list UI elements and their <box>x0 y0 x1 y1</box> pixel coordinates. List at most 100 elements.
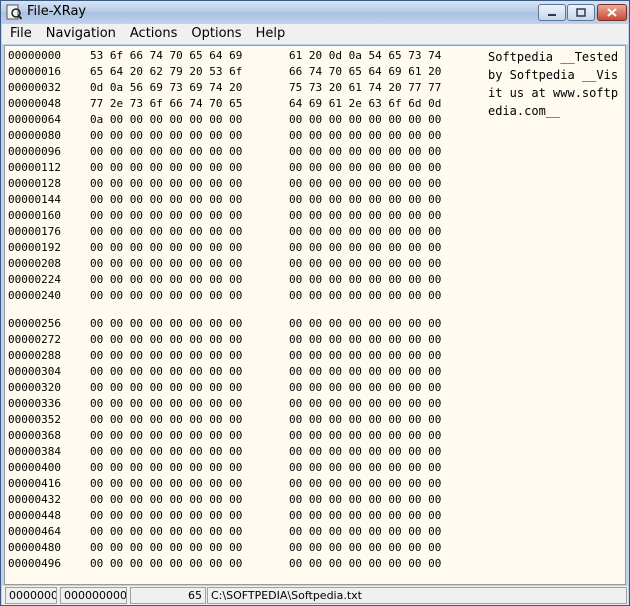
ascii-panel[interactable]: Softpedia __Tested by Softpedia __Visit … <box>488 48 622 120</box>
hex-bytes-low[interactable]: 00 00 00 00 00 00 00 00 <box>90 348 289 364</box>
hex-row[interactable]: 00000480 00 00 00 00 00 00 00 00 00 00 00 … <box>8 540 441 556</box>
hex-bytes-low[interactable]: 77 2e 73 6f 66 74 70 65 <box>90 96 289 112</box>
hex-bytes-low[interactable]: 00 00 00 00 00 00 00 00 <box>90 380 289 396</box>
hex-bytes-high[interactable]: 00 00 00 00 00 00 00 00 <box>289 476 441 492</box>
hex-row[interactable]: 00000096 00 00 00 00 00 00 00 00 00 00 00 … <box>8 144 441 160</box>
menu-navigation[interactable]: Navigation <box>38 24 122 44</box>
hex-bytes-low[interactable]: 00 00 00 00 00 00 00 00 <box>90 288 289 304</box>
hex-row[interactable]: 00000304 00 00 00 00 00 00 00 00 00 00 00 … <box>8 364 441 380</box>
hex-bytes-high[interactable]: 00 00 00 00 00 00 00 00 <box>289 256 441 272</box>
hex-bytes-high[interactable]: 00 00 00 00 00 00 00 00 <box>289 160 441 176</box>
hex-row[interactable]: 00000416 00 00 00 00 00 00 00 00 00 00 00 … <box>8 476 441 492</box>
hex-bytes-high[interactable]: 00 00 00 00 00 00 00 00 <box>289 556 441 572</box>
hex-bytes-high[interactable]: 00 00 00 00 00 00 00 00 <box>289 444 441 460</box>
title-bar[interactable]: File-XRay <box>1 1 629 23</box>
hex-bytes-low[interactable]: 00 00 00 00 00 00 00 00 <box>90 208 289 224</box>
hex-row[interactable]: 00000160 00 00 00 00 00 00 00 00 00 00 00 … <box>8 208 441 224</box>
hex-bytes-low[interactable]: 00 00 00 00 00 00 00 00 <box>90 160 289 176</box>
hex-row[interactable]: 00000368 00 00 00 00 00 00 00 00 00 00 00 … <box>8 428 441 444</box>
hex-bytes-low[interactable]: 00 00 00 00 00 00 00 00 <box>90 556 289 572</box>
hex-row[interactable]: 00000288 00 00 00 00 00 00 00 00 00 00 00 … <box>8 348 441 364</box>
hex-row[interactable]: 00000208 00 00 00 00 00 00 00 00 00 00 00 … <box>8 256 441 272</box>
hex-row[interactable]: 00000256 00 00 00 00 00 00 00 00 00 00 00 … <box>8 316 441 332</box>
hex-bytes-low[interactable]: 00 00 00 00 00 00 00 00 <box>90 240 289 256</box>
hex-row[interactable]: 00000432 00 00 00 00 00 00 00 00 00 00 00 … <box>8 492 441 508</box>
hex-bytes-low[interactable]: 00 00 00 00 00 00 00 00 <box>90 508 289 524</box>
hex-row[interactable]: 00000272 00 00 00 00 00 00 00 00 00 00 00 … <box>8 332 441 348</box>
hex-bytes-high[interactable]: 75 73 20 61 74 20 77 77 <box>289 80 441 96</box>
hex-bytes-high[interactable]: 00 00 00 00 00 00 00 00 <box>289 492 441 508</box>
hex-row[interactable]: 00000080 00 00 00 00 00 00 00 00 00 00 00 … <box>8 128 441 144</box>
hex-row[interactable]: 00000016 65 64 20 62 79 20 53 6f 66 74 70 … <box>8 64 441 80</box>
hex-row[interactable]: 00000400 00 00 00 00 00 00 00 00 00 00 00 … <box>8 460 441 476</box>
hex-bytes-low[interactable]: 65 64 20 62 79 20 53 6f <box>90 64 289 80</box>
hex-bytes-low[interactable]: 00 00 00 00 00 00 00 00 <box>90 364 289 380</box>
hex-bytes-low[interactable]: 00 00 00 00 00 00 00 00 <box>90 460 289 476</box>
hex-bytes-high[interactable]: 64 69 61 2e 63 6f 6d 0d <box>289 96 441 112</box>
hex-bytes-low[interactable]: 53 6f 66 74 70 65 64 69 <box>90 48 289 64</box>
hex-row[interactable]: 00000384 00 00 00 00 00 00 00 00 00 00 00 … <box>8 444 441 460</box>
hex-bytes-high[interactable]: 00 00 00 00 00 00 00 00 <box>289 176 441 192</box>
hex-bytes-low[interactable]: 00 00 00 00 00 00 00 00 <box>90 540 289 556</box>
hex-bytes-low[interactable]: 0d 0a 56 69 73 69 74 20 <box>90 80 289 96</box>
hex-bytes-high[interactable]: 00 00 00 00 00 00 00 00 <box>289 272 441 288</box>
hex-bytes-high[interactable]: 00 00 00 00 00 00 00 00 <box>289 144 441 160</box>
hex-bytes-low[interactable]: 00 00 00 00 00 00 00 00 <box>90 444 289 460</box>
hex-row[interactable]: 00000144 00 00 00 00 00 00 00 00 00 00 00 … <box>8 192 441 208</box>
maximize-button[interactable] <box>567 4 595 21</box>
hex-bytes-high[interactable]: 00 00 00 00 00 00 00 00 <box>289 208 441 224</box>
hex-bytes-high[interactable]: 00 00 00 00 00 00 00 00 <box>289 224 441 240</box>
hex-bytes-high[interactable]: 00 00 00 00 00 00 00 00 <box>289 540 441 556</box>
hex-bytes-high[interactable]: 00 00 00 00 00 00 00 00 <box>289 128 441 144</box>
hex-row[interactable]: 00000000 53 6f 66 74 70 65 64 69 61 20 0d … <box>8 48 441 64</box>
hex-row[interactable]: 00000320 00 00 00 00 00 00 00 00 00 00 00 … <box>8 380 441 396</box>
hex-row[interactable]: 00000352 00 00 00 00 00 00 00 00 00 00 00 … <box>8 412 441 428</box>
hex-bytes-high[interactable]: 00 00 00 00 00 00 00 00 <box>289 380 441 396</box>
hex-bytes-high[interactable]: 00 00 00 00 00 00 00 00 <box>289 332 441 348</box>
hex-row[interactable]: 00000128 00 00 00 00 00 00 00 00 00 00 00 … <box>8 176 441 192</box>
hex-row[interactable]: 00000448 00 00 00 00 00 00 00 00 00 00 00 … <box>8 508 441 524</box>
hex-row[interactable]: 00000336 00 00 00 00 00 00 00 00 00 00 00 … <box>8 396 441 412</box>
hex-bytes-high[interactable]: 00 00 00 00 00 00 00 00 <box>289 112 441 128</box>
hex-bytes-low[interactable]: 00 00 00 00 00 00 00 00 <box>90 396 289 412</box>
hex-bytes-low[interactable]: 00 00 00 00 00 00 00 00 <box>90 428 289 444</box>
hex-bytes-low[interactable]: 00 00 00 00 00 00 00 00 <box>90 224 289 240</box>
hex-bytes-low[interactable]: 00 00 00 00 00 00 00 00 <box>90 176 289 192</box>
hex-row[interactable]: 00000240 00 00 00 00 00 00 00 00 00 00 00 … <box>8 288 441 304</box>
hex-bytes-low[interactable]: 00 00 00 00 00 00 00 00 <box>90 332 289 348</box>
hex-row[interactable]: 00000192 00 00 00 00 00 00 00 00 00 00 00 … <box>8 240 441 256</box>
hex-bytes-high[interactable]: 00 00 00 00 00 00 00 00 <box>289 316 441 332</box>
hex-bytes-low[interactable]: 0a 00 00 00 00 00 00 00 <box>90 112 289 128</box>
hex-bytes-high[interactable]: 00 00 00 00 00 00 00 00 <box>289 428 441 444</box>
menu-options[interactable]: Options <box>183 24 247 44</box>
hex-bytes-low[interactable]: 00 00 00 00 00 00 00 00 <box>90 524 289 540</box>
hex-bytes-low[interactable]: 00 00 00 00 00 00 00 00 <box>90 412 289 428</box>
minimize-button[interactable] <box>538 4 566 21</box>
hex-bytes-high[interactable]: 00 00 00 00 00 00 00 00 <box>289 364 441 380</box>
hex-bytes-high[interactable]: 00 00 00 00 00 00 00 00 <box>289 348 441 364</box>
hex-bytes-high[interactable]: 66 74 70 65 64 69 61 20 <box>289 64 441 80</box>
hex-bytes-low[interactable]: 00 00 00 00 00 00 00 00 <box>90 476 289 492</box>
menu-file[interactable]: File <box>2 24 38 44</box>
hex-bytes-low[interactable]: 00 00 00 00 00 00 00 00 <box>90 492 289 508</box>
hex-row[interactable]: 00000496 00 00 00 00 00 00 00 00 00 00 00 … <box>8 556 441 572</box>
hex-bytes-high[interactable]: 00 00 00 00 00 00 00 00 <box>289 460 441 476</box>
hex-row[interactable]: 00000048 77 2e 73 6f 66 74 70 65 64 69 61 … <box>8 96 441 112</box>
hex-row[interactable]: 00000176 00 00 00 00 00 00 00 00 00 00 00 … <box>8 224 441 240</box>
hex-bytes-low[interactable]: 00 00 00 00 00 00 00 00 <box>90 272 289 288</box>
hex-bytes-high[interactable]: 00 00 00 00 00 00 00 00 <box>289 288 441 304</box>
hex-bytes-high[interactable]: 61 20 0d 0a 54 65 73 74 <box>289 48 441 64</box>
hex-bytes-low[interactable]: 00 00 00 00 00 00 00 00 <box>90 144 289 160</box>
hex-bytes-low[interactable]: 00 00 00 00 00 00 00 00 <box>90 316 289 332</box>
close-button[interactable] <box>597 4 627 21</box>
menu-actions[interactable]: Actions <box>122 24 184 44</box>
hex-bytes-high[interactable]: 00 00 00 00 00 00 00 00 <box>289 396 441 412</box>
hex-bytes-high[interactable]: 00 00 00 00 00 00 00 00 <box>289 508 441 524</box>
hex-bytes-high[interactable]: 00 00 00 00 00 00 00 00 <box>289 192 441 208</box>
hex-bytes-high[interactable]: 00 00 00 00 00 00 00 00 <box>289 524 441 540</box>
hex-bytes-high[interactable]: 00 00 00 00 00 00 00 00 <box>289 240 441 256</box>
hex-row[interactable]: 00000112 00 00 00 00 00 00 00 00 00 00 00 … <box>8 160 441 176</box>
menu-help[interactable]: Help <box>248 24 292 44</box>
hex-bytes-high[interactable]: 00 00 00 00 00 00 00 00 <box>289 412 441 428</box>
hex-row[interactable]: 00000064 0a 00 00 00 00 00 00 00 00 00 00 … <box>8 112 441 128</box>
